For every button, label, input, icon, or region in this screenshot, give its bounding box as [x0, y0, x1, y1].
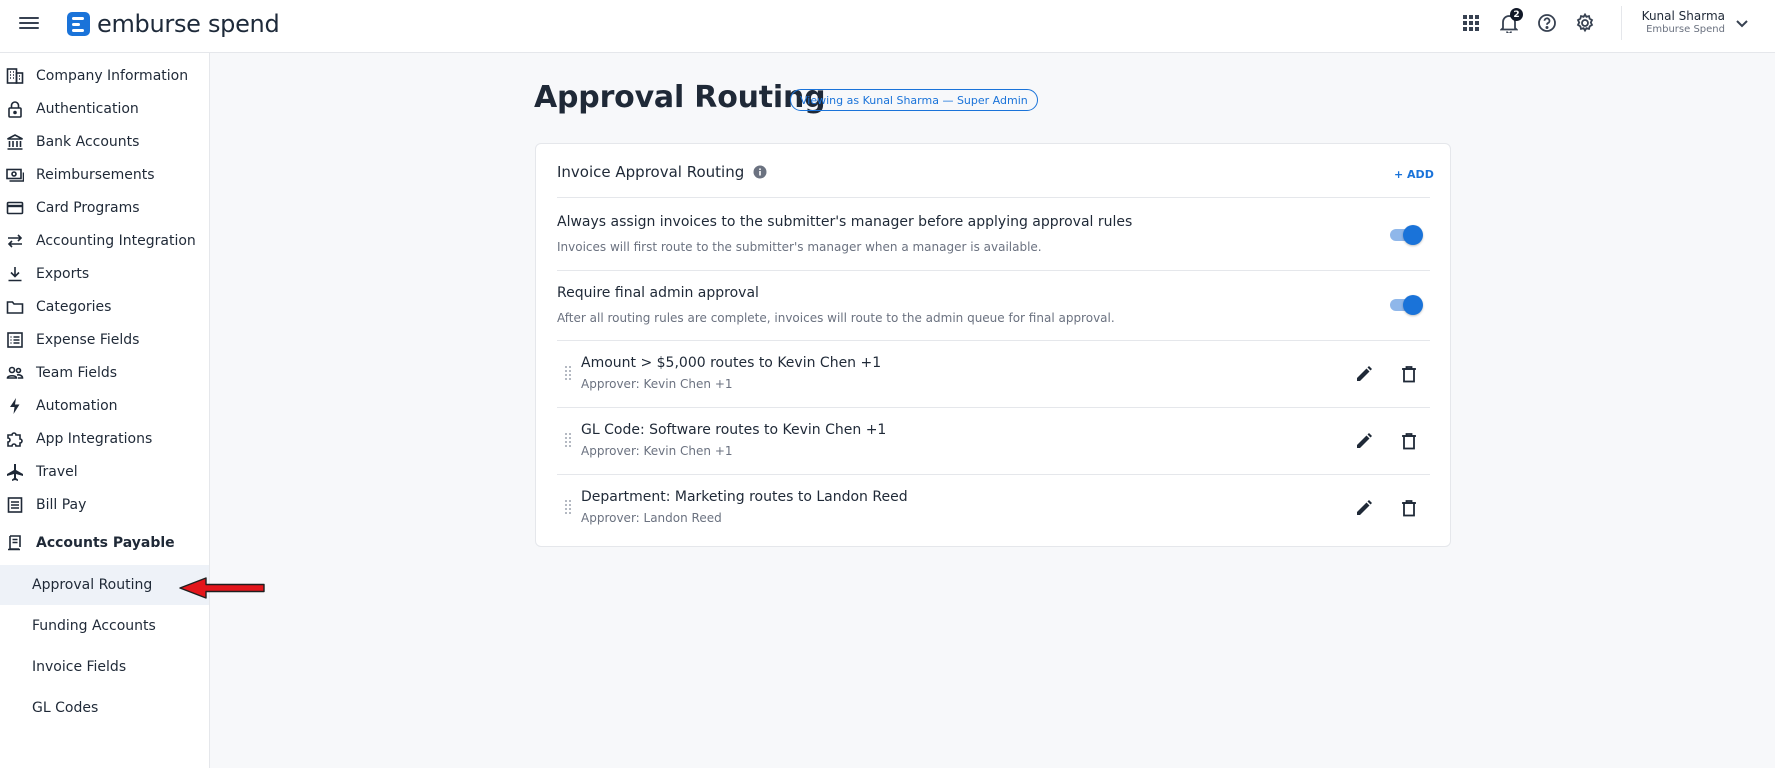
sidebar-item-label: Team Fields: [36, 365, 118, 381]
top-header: emburse spend 2 Kunal Sharma Emburse Spe…: [0, 0, 1775, 53]
sidebar-item-reimbursements[interactable]: Reimbursements: [0, 160, 209, 190]
header-divider: [1621, 6, 1622, 40]
divider: [557, 197, 1430, 198]
building-icon: [5, 66, 25, 86]
divider: [557, 270, 1430, 271]
sidebar-item-label: Company Information: [36, 68, 189, 84]
rule-title: GL Code: Software routes to Kevin Chen +…: [581, 422, 887, 438]
final-admin-approval-toggle[interactable]: [1390, 295, 1423, 315]
bank-icon: [5, 132, 25, 152]
people-icon: [5, 363, 25, 383]
red-arrow-annotation: [178, 576, 266, 604]
emburse-logo[interactable]: emburse spend: [67, 10, 280, 38]
download-icon: [5, 264, 25, 284]
bolt-icon: [5, 396, 25, 416]
setting-description: Invoices will first route to the submitt…: [557, 240, 1042, 254]
credit-card-icon: [5, 198, 25, 218]
user-menu[interactable]: Kunal Sharma Emburse Spend: [1630, 9, 1725, 35]
page-title: Approval Routing: [534, 80, 826, 115]
setting-description: After all routing rules are complete, in…: [557, 311, 1115, 325]
sidebar-item-label: Automation: [36, 398, 118, 414]
setting-title: Require final admin approval: [557, 285, 759, 301]
sidebar-item-bill-pay[interactable]: Bill Pay: [0, 490, 209, 520]
sidebar-subitem-gl-codes[interactable]: GL Codes: [0, 688, 209, 728]
sidebar-item-label: Exports: [36, 266, 90, 282]
drag-handle-icon[interactable]: [564, 365, 572, 385]
cash-icon: [5, 165, 25, 185]
sidebar-item-label: App Integrations: [36, 431, 153, 447]
invoice-approval-routing-card: Invoice Approval Routing + ADD Always as…: [535, 143, 1451, 547]
routing-rule-row: Department: Marketing routes to Landon R…: [536, 475, 1450, 541]
sidebar-item-expense-fields[interactable]: Expense Fields: [0, 325, 209, 355]
assign-to-manager-toggle[interactable]: [1390, 225, 1423, 245]
receipt-icon: [5, 533, 25, 553]
swap-arrows-icon: [5, 231, 25, 251]
sidebar-item-company-information[interactable]: Company Information: [0, 61, 209, 91]
user-name: Kunal Sharma: [1641, 9, 1725, 23]
delete-trash-icon[interactable]: [1398, 363, 1420, 385]
sidebar-subitem-funding-accounts[interactable]: Funding Accounts: [0, 606, 209, 646]
sidebar-item-label: Reimbursements: [36, 167, 155, 183]
sidebar-item-label: Expense Fields: [36, 332, 140, 348]
sidebar-item-label: Card Programs: [36, 200, 140, 216]
sidebar-item-label: Travel: [36, 464, 78, 480]
add-rule-button[interactable]: + ADD: [1394, 168, 1434, 181]
sidebar-item-exports[interactable]: Exports: [0, 259, 209, 289]
routing-rule-row: GL Code: Software routes to Kevin Chen +…: [536, 408, 1450, 474]
notification-count-badge: 2: [1510, 8, 1523, 21]
edit-pencil-icon[interactable]: [1353, 497, 1375, 519]
sidebar-item-team-fields[interactable]: Team Fields: [0, 358, 209, 388]
rule-title: Department: Marketing routes to Landon R…: [581, 489, 908, 505]
airplane-icon: [5, 462, 25, 482]
delete-trash-icon[interactable]: [1398, 430, 1420, 452]
list-icon: [5, 330, 25, 350]
sidebar-item-app-integrations[interactable]: App Integrations: [0, 424, 209, 454]
user-organization: Emburse Spend: [1646, 24, 1725, 35]
help-icon[interactable]: [1536, 12, 1558, 34]
gear-icon[interactable]: [1574, 12, 1596, 34]
sidebar-item-categories[interactable]: Categories: [0, 292, 209, 322]
viewing-as-badge: Viewing as Kunal Sharma — Super Admin: [790, 89, 1038, 111]
sidebar-item-label: Accounting Integration: [36, 233, 196, 249]
rule-approver: Approver: Landon Reed: [581, 511, 722, 525]
sidebar-item-label: Authentication: [36, 101, 139, 117]
routing-rule-row: Amount > $5,000 routes to Kevin Chen +1 …: [536, 341, 1450, 407]
puzzle-icon: [5, 429, 25, 449]
menu-icon[interactable]: [19, 14, 39, 30]
sidebar-item-bank-accounts[interactable]: Bank Accounts: [0, 127, 209, 157]
edit-pencil-icon[interactable]: [1353, 363, 1375, 385]
sidebar-section-label: Accounts Payable: [36, 535, 175, 551]
rule-approver: Approver: Kevin Chen +1: [581, 377, 733, 391]
info-icon[interactable]: [753, 165, 767, 179]
bell-icon[interactable]: 2: [1498, 8, 1523, 34]
edit-pencil-icon[interactable]: [1353, 430, 1375, 452]
sidebar-item-label: Bill Pay: [36, 497, 87, 513]
setting-title: Always assign invoices to the submitter'…: [557, 214, 1133, 230]
delete-trash-icon[interactable]: [1398, 497, 1420, 519]
sidebar-item-accounting-integration[interactable]: Accounting Integration: [0, 226, 209, 256]
sidebar-item-card-programs[interactable]: Card Programs: [0, 193, 209, 223]
settings-sidebar: Company Information Authentication Bank …: [0, 53, 210, 768]
sidebar-item-label: Bank Accounts: [36, 134, 140, 150]
header-icon-bar: 2: [1460, 8, 1596, 34]
drag-handle-icon[interactable]: [564, 499, 572, 519]
sidebar-subitem-invoice-fields[interactable]: Invoice Fields: [0, 647, 209, 687]
sidebar-item-label: Categories: [36, 299, 112, 315]
lock-icon: [5, 99, 25, 119]
logo-text: emburse spend: [97, 10, 280, 38]
document-list-icon: [5, 495, 25, 515]
emburse-logo-mark: [67, 12, 90, 36]
sidebar-item-travel[interactable]: Travel: [0, 457, 209, 487]
folder-icon: [5, 297, 25, 317]
rule-title: Amount > $5,000 routes to Kevin Chen +1: [581, 355, 882, 371]
apps-grid-icon[interactable]: [1460, 12, 1482, 34]
drag-handle-icon[interactable]: [564, 432, 572, 452]
sidebar-item-automation[interactable]: Automation: [0, 391, 209, 421]
card-title: Invoice Approval Routing: [557, 163, 767, 181]
rule-approver: Approver: Kevin Chen +1: [581, 444, 733, 458]
sidebar-section-accounts-payable[interactable]: Accounts Payable: [0, 528, 209, 558]
sidebar-item-authentication[interactable]: Authentication: [0, 94, 209, 124]
card-title-text: Invoice Approval Routing: [557, 163, 745, 181]
chevron-down-icon[interactable]: [1735, 14, 1749, 33]
